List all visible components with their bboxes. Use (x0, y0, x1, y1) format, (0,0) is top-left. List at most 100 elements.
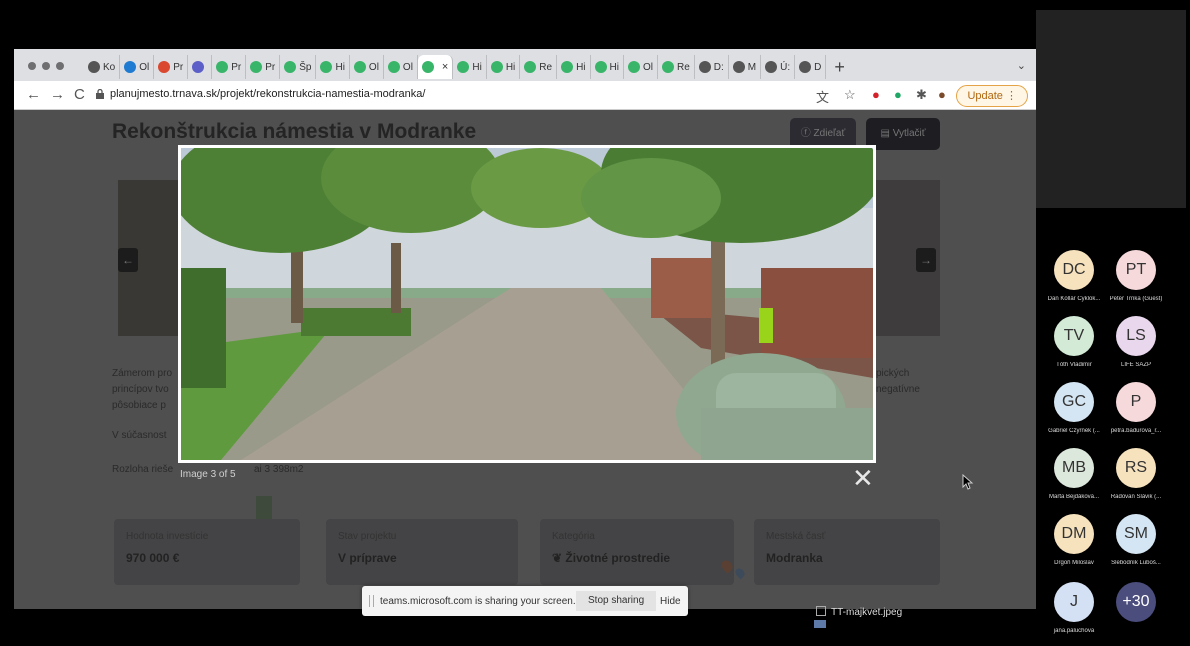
tab-label: Ko (103, 61, 116, 73)
planuj-icon (561, 61, 574, 73)
participant-name: Drgoň Miloslav (1054, 560, 1094, 566)
card-label: Stav projektu (338, 531, 397, 542)
participant[interactable]: SM Slebodník Luboš... (1106, 514, 1166, 566)
participant[interactable]: PT Peter Trnka (Guest) (1106, 250, 1166, 302)
participant[interactable]: Jjana.paluchova (1044, 582, 1104, 634)
back-icon[interactable]: ← (26, 86, 41, 103)
participant[interactable]: Ppetra.badurova_r... (1106, 382, 1166, 434)
planuj-icon (627, 61, 640, 73)
browser-tab[interactable]: Ol (120, 55, 155, 79)
planuj-icon (250, 61, 263, 73)
browser-tab[interactable]: Ko (84, 55, 121, 79)
drag-grip-icon[interactable] (369, 595, 374, 607)
bookmark-star-icon[interactable]: ☆ (844, 87, 856, 103)
reload-icon[interactable]: C (74, 86, 85, 103)
stop-sharing-button[interactable]: Stop sharing (576, 591, 657, 611)
info-card-status: Stav projektu V príprave (326, 519, 518, 585)
download-file-item[interactable]: TT-majkvet.jpeg (816, 606, 902, 618)
avatar: DC (1054, 250, 1094, 290)
browser-tab[interactable]: D (795, 55, 827, 79)
lightbox-image[interactable] (178, 145, 876, 463)
tab-label: D (814, 61, 822, 73)
grammarly-extension-icon[interactable]: ● (894, 87, 902, 102)
browser-tab[interactable]: Ol (624, 55, 658, 79)
planuj-icon (594, 61, 607, 73)
tab-label: Hi (505, 61, 516, 73)
browser-tab[interactable]: Ol (350, 55, 384, 79)
globe-icon (698, 61, 711, 73)
participant[interactable]: DC Dan Kollár Cyklok... (1044, 250, 1104, 302)
minimize-window-button[interactable] (42, 62, 50, 70)
participant-name: Peter Trnka (Guest) (1109, 296, 1163, 302)
browser-tab[interactable]: Hi (487, 55, 521, 79)
hide-button[interactable]: Hide (660, 596, 681, 607)
lock-icon (96, 89, 104, 99)
update-button[interactable]: Update ⋮ (956, 85, 1028, 107)
tab-label: Ol (402, 61, 413, 73)
planuj-icon (216, 61, 229, 73)
gallery-next-arrow-icon[interactable]: → (916, 248, 936, 272)
extensions-puzzle-icon[interactable]: ✱ (916, 87, 927, 103)
participant[interactable]: MB Marta Bejdáková... (1044, 448, 1104, 500)
participant[interactable]: DM Drgoň Miloslav (1044, 514, 1104, 566)
printer-icon: ▤ (880, 128, 890, 139)
lightbox-counter: Image 3 of 5 (180, 469, 236, 480)
planuj-icon (320, 61, 333, 73)
card-label: Mestská časť (766, 531, 826, 542)
tab-search-button[interactable]: ⌄ (1017, 59, 1026, 72)
browser-tab[interactable]: D: (695, 55, 729, 79)
browser-tab[interactable]: Ol (384, 55, 418, 79)
planuj-icon (387, 61, 400, 73)
browser-tab[interactable]: Pr (246, 55, 281, 79)
browser-tab[interactable]: Pr (212, 55, 247, 79)
web-page: Rekonštrukcia námestia v Modranke ⓕ Zdie… (14, 110, 1036, 609)
participant[interactable]: LS LIFE SAŽP (1106, 316, 1166, 368)
participant[interactable]: GC Gabriel Czyrnek (... (1044, 382, 1104, 434)
browser-tab[interactable]: Hi (316, 55, 350, 79)
avatar: DM (1054, 514, 1094, 554)
maximize-window-button[interactable] (56, 62, 64, 70)
new-tab-button[interactable]: + (834, 55, 845, 79)
menu-dots-icon: ⋮ (1006, 90, 1017, 102)
browser-tab[interactable]: Re (520, 55, 558, 79)
print-button[interactable]: ▤ Vytlačiť (866, 118, 940, 150)
browser-tab[interactable]: Hi (453, 55, 487, 79)
paragraph-line: negatívne (876, 384, 920, 395)
card-value: ❦ Životné prostredie (552, 551, 670, 565)
paragraph-3: Rozloha rieše (112, 464, 174, 475)
browser-tab[interactable]: Šp (280, 55, 317, 79)
tab-label: Hi (335, 61, 345, 73)
tab-label: Pr (231, 61, 242, 73)
browser-tab[interactable]: Hi (591, 55, 624, 79)
paragraph-line: pických (876, 368, 910, 379)
card-value: Modranka (766, 551, 823, 565)
window-controls (28, 62, 64, 70)
close-window-button[interactable] (28, 62, 36, 70)
close-icon[interactable]: ✕ (852, 465, 874, 491)
tab-label: Ol (642, 61, 653, 73)
profile-avatar-icon[interactable]: ● (938, 87, 946, 102)
url-field[interactable]: planujmesto.trnava.sk/projekt/rekonstruk… (110, 88, 425, 100)
browser-tab[interactable]: Hi (557, 55, 591, 79)
tab-label: Ú: (780, 61, 791, 73)
street-rendering-image (181, 148, 873, 460)
paragraph-line: princípov tvo (112, 384, 169, 395)
browser-tab[interactable]: × (417, 55, 454, 79)
pinterest-extension-icon[interactable]: ● (872, 87, 880, 102)
gallery-prev-arrow-icon[interactable]: ← (118, 248, 138, 272)
more-participants-button[interactable]: +30 (1106, 582, 1166, 622)
planuj-icon (284, 61, 297, 73)
map-pin-icon (733, 566, 747, 580)
tab-close-icon[interactable]: × (442, 61, 448, 73)
translate-icon[interactable]: 文 (816, 87, 829, 106)
participant[interactable]: RS Radovan Slávik (... (1106, 448, 1166, 500)
participant[interactable]: TV Tóth Vladimír (1044, 316, 1104, 368)
browser-tab[interactable]: Re (658, 55, 695, 79)
forward-icon[interactable]: → (50, 86, 65, 103)
browser-tab[interactable]: Pr (154, 55, 189, 79)
browser-tab[interactable]: Ú: (761, 55, 796, 79)
card-value: 970 000 € (126, 551, 180, 565)
tab-label: Ol (368, 61, 379, 73)
browser-tab[interactable]: M (729, 55, 762, 79)
browser-tab[interactable] (188, 55, 213, 79)
